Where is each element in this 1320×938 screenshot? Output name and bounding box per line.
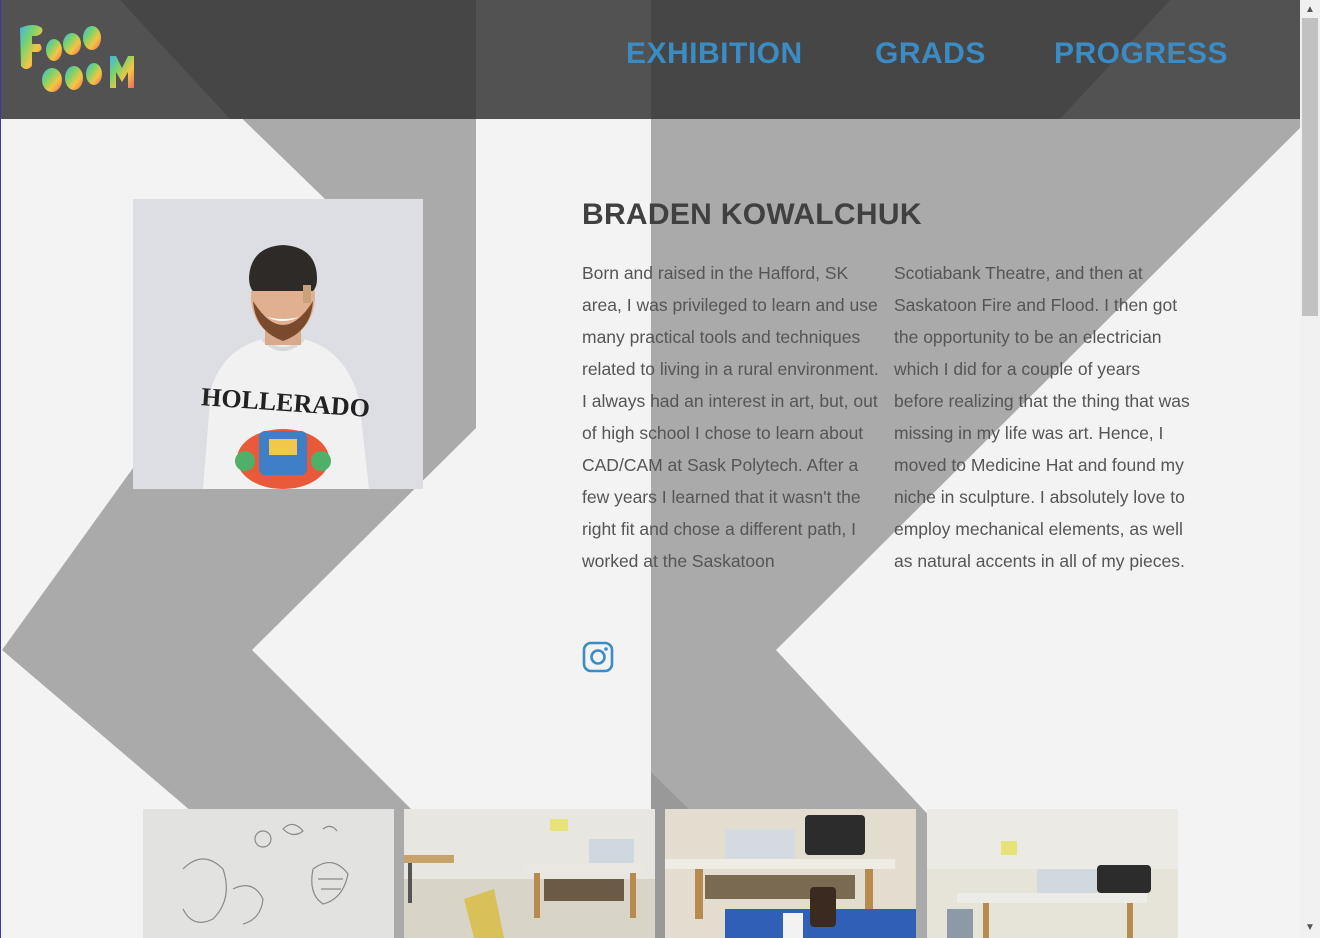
gallery-image-studio-table[interactable] xyxy=(404,809,655,938)
vertical-scrollbar[interactable]: ▲ ▼ xyxy=(1300,0,1320,938)
instagram-icon[interactable] xyxy=(582,641,614,673)
nav-progress[interactable]: PROGRESS xyxy=(1054,34,1228,74)
window-edge xyxy=(0,0,1,938)
gallery-image-studio-corner[interactable] xyxy=(927,809,1178,938)
gallery-image-sketch[interactable] xyxy=(143,809,394,938)
artist-name: BRADEN KOWALCHUK xyxy=(582,198,922,231)
nav-exhibition[interactable]: EXHIBITION xyxy=(626,34,803,74)
nav-grads[interactable]: GRADS xyxy=(875,34,986,74)
scroll-up-arrow-icon[interactable]: ▲ xyxy=(1300,0,1320,20)
bio-column-2: Scotiabank Theatre, and then at Saskatoo… xyxy=(894,263,1190,571)
gallery-image-bench-tarp[interactable] xyxy=(665,809,916,938)
bio-column-1: Born and raised in the Hafford, SK area,… xyxy=(582,263,879,571)
freeform-logo[interactable] xyxy=(16,22,134,98)
scroll-down-arrow-icon[interactable]: ▼ xyxy=(1300,918,1320,938)
artist-portrait: HOLLERADO xyxy=(133,199,423,489)
scrollbar-thumb[interactable] xyxy=(1302,18,1318,316)
site-header: EXHIBITION GRADS PROGRESS xyxy=(0,0,1300,119)
